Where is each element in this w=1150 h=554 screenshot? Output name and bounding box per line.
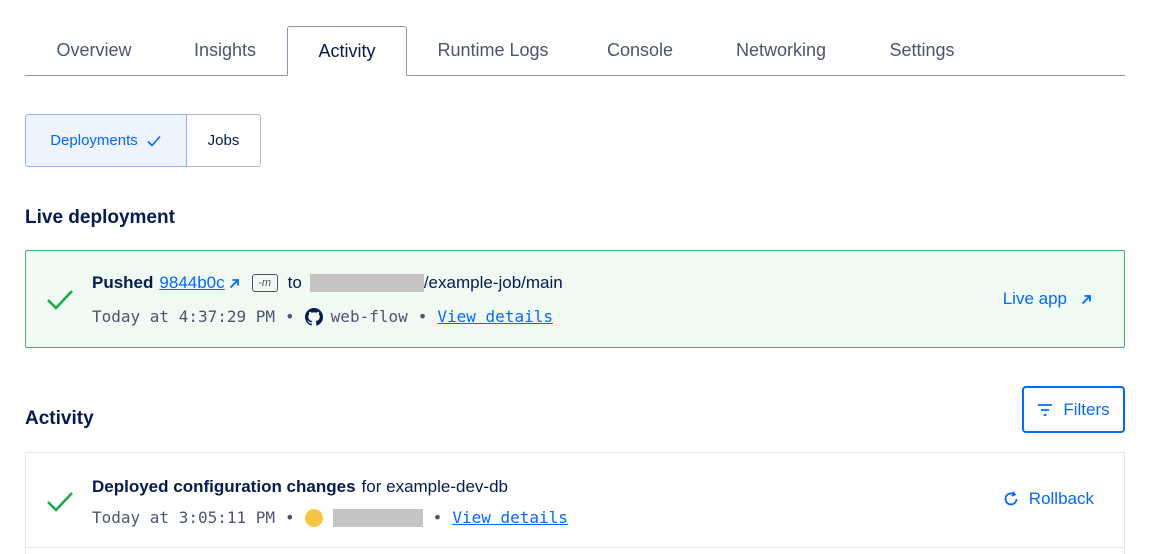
- activity-summary: Deployed configuration changes for examp…: [92, 477, 508, 497]
- avatar: [304, 508, 323, 527]
- live-app-label: Live app: [1002, 289, 1067, 308]
- activity-timestamp: Today at 3:05:11 PM: [92, 508, 276, 527]
- filters-label: Filters: [1063, 399, 1110, 419]
- live-deployment-title: Live deployment: [25, 207, 175, 228]
- action-word: Pushed: [92, 273, 154, 292]
- github-icon: [304, 307, 323, 326]
- redacted-username: [332, 508, 423, 527]
- view-details-link[interactable]: View details: [452, 508, 568, 527]
- commit-link[interactable]: 9844b0c: [159, 273, 224, 293]
- activity-title: Activity: [25, 408, 94, 429]
- separator-dot: •: [417, 307, 428, 326]
- deployments-label: Deployments: [50, 132, 138, 149]
- jobs-label: Jobs: [207, 132, 240, 149]
- filter-icon: [1038, 403, 1053, 416]
- deployment-source: web-flow: [330, 307, 408, 326]
- commit-flag-badge: -m: [251, 274, 278, 292]
- view-details-link[interactable]: View details: [437, 307, 553, 326]
- separator-dot: •: [285, 508, 295, 527]
- live-app-link[interactable]: Live app: [1003, 289, 1092, 309]
- list-item: Deployed configuration changes for examp…: [25, 452, 1125, 554]
- rollback-icon: [1004, 491, 1018, 506]
- tab-networking[interactable]: Networking: [701, 25, 861, 75]
- row-divider: [26, 547, 1124, 548]
- activity-title-text: Deployed configuration changes: [92, 477, 356, 496]
- tab-overview[interactable]: Overview: [25, 25, 163, 75]
- external-link-icon: [229, 278, 239, 288]
- rollback-button[interactable]: Rollback: [1003, 489, 1094, 509]
- repo-path: /example-job/main: [423, 273, 563, 292]
- success-check-icon: [47, 492, 73, 512]
- tab-runtime-logs[interactable]: Runtime Logs: [407, 25, 579, 75]
- app-page: Overview Insights Activity Runtime Logs …: [0, 0, 1150, 554]
- external-link-icon: [1081, 294, 1091, 304]
- activity-target: for example-dev-db: [361, 477, 509, 496]
- tab-console[interactable]: Console: [579, 25, 701, 75]
- separator-dot: •: [432, 508, 443, 527]
- tab-bar: Overview Insights Activity Runtime Logs …: [25, 26, 1125, 76]
- filters-button[interactable]: Filters: [1022, 386, 1125, 433]
- deployment-summary: Pushed 9844b0c -m to /example-job/main: [92, 273, 563, 293]
- activity-type-toggle: Deployments Jobs: [25, 114, 261, 167]
- to-word: to: [287, 273, 302, 292]
- tab-insights[interactable]: Insights: [163, 25, 287, 75]
- separator-dot: •: [285, 307, 295, 326]
- rollback-label: Rollback: [1028, 489, 1094, 508]
- jobs-toggle[interactable]: Jobs: [187, 114, 261, 167]
- activity-meta: Today at 3:05:11 PM • • View details: [92, 508, 568, 527]
- success-check-icon: [47, 290, 73, 310]
- tab-activity[interactable]: Activity: [287, 26, 407, 76]
- deployments-toggle[interactable]: Deployments: [25, 114, 187, 167]
- deployment-timestamp: Today at 4:37:29 PM: [92, 307, 276, 326]
- redacted-repo-owner: [309, 274, 424, 292]
- check-icon: [147, 135, 161, 147]
- live-deployment-card: Pushed 9844b0c -m to /example-job/main T…: [25, 250, 1125, 348]
- tab-settings[interactable]: Settings: [861, 25, 983, 75]
- deployment-meta: Today at 4:37:29 PM • web-flow • View de…: [92, 307, 553, 326]
